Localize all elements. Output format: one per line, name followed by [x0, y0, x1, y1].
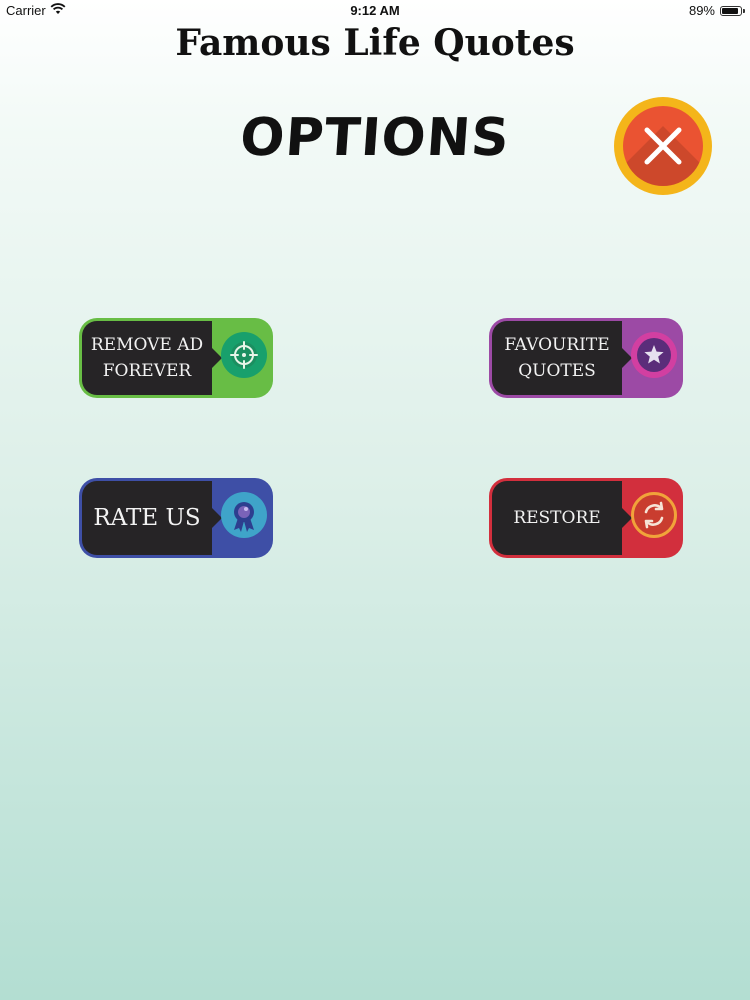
status-bar: Carrier 9:12 AM 89% — [0, 0, 750, 22]
remove-ad-line1: REMOVE AD — [90, 335, 204, 355]
remove-ad-forever-button[interactable]: REMOVE AD FOREVER — [79, 318, 273, 398]
remove-ad-label: REMOVE AD FOREVER — [82, 321, 212, 395]
battery-percent: 89% — [688, 3, 715, 18]
rate-us-label: RATE US — [93, 505, 201, 531]
restore-label-area: RESTORE — [492, 481, 622, 555]
close-icon — [644, 127, 682, 165]
restore-button[interactable]: RESTORE — [489, 478, 683, 558]
app-title: Famous Life Quotes — [175, 22, 575, 64]
battery-status: 89% — [688, 3, 745, 18]
remove-ad-line2: FOREVER — [102, 361, 192, 381]
restore-label: RESTORE — [513, 508, 601, 528]
close-button[interactable] — [614, 97, 712, 195]
award-ribbon-icon — [221, 492, 267, 538]
favourite-quotes-label: FAVOURITE QUOTES — [492, 321, 622, 395]
status-time: 9:12 AM — [350, 3, 400, 18]
target-icon — [221, 332, 267, 378]
favourite-line1: FAVOURITE — [504, 335, 610, 355]
star-icon — [631, 332, 677, 378]
favourite-line2: QUOTES — [518, 361, 596, 381]
battery-icon — [720, 5, 745, 16]
rate-us-label-area: RATE US — [82, 481, 212, 555]
favourite-quotes-button[interactable]: FAVOURITE QUOTES — [489, 318, 683, 398]
refresh-icon — [631, 492, 677, 538]
rate-us-button[interactable]: RATE US — [79, 478, 273, 558]
